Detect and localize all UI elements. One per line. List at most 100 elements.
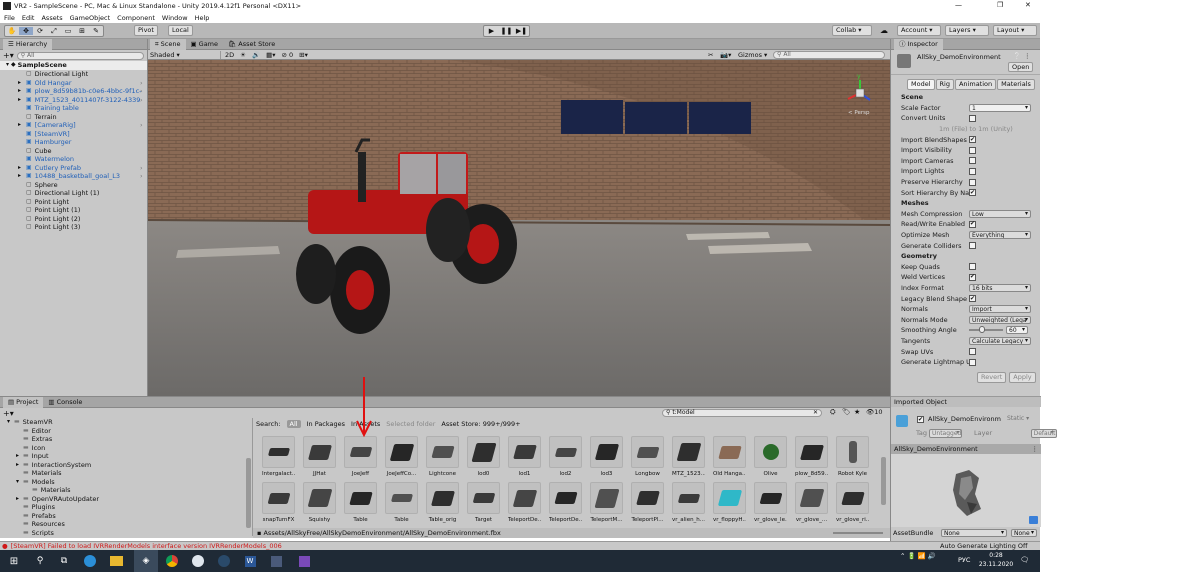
setting-dropdown[interactable]: 16 bits <box>969 283 1031 292</box>
tree-scrollbar[interactable] <box>246 458 251 528</box>
expand-arrow-icon[interactable]: ▸ <box>18 121 21 130</box>
setting-dropdown[interactable]: Unweighted (Lega <box>969 315 1031 324</box>
folder-item[interactable]: ▬ Scripts <box>6 529 252 537</box>
audio-toggle-icon[interactable]: 🔊 <box>252 51 260 59</box>
custom-tool-icon[interactable]: ✎ <box>89 27 103 35</box>
expand-arrow-icon[interactable]: ▾ <box>6 61 9 70</box>
unity-taskbar-icon[interactable]: ◈ <box>134 550 158 572</box>
prefab-open-arrow-icon[interactable]: › <box>140 87 143 96</box>
asset-item[interactable]: Longbow <box>631 436 664 477</box>
tab-game[interactable]: ▣ Game <box>186 39 224 50</box>
menu-gameobject[interactable]: GameObject <box>70 14 111 22</box>
scope-selected-folder[interactable]: Selected folder <box>386 420 435 428</box>
thumbnail-size-slider[interactable] <box>833 532 883 534</box>
play-icon[interactable]: ▶ <box>484 27 499 35</box>
hierarchy-item[interactable]: ▸ ▣ [CameraRig] › <box>18 121 147 130</box>
asset-item[interactable]: vr_floppyH... <box>713 482 746 523</box>
asset-item[interactable]: lod1 <box>508 436 541 477</box>
clear-search-icon[interactable]: ✕ <box>813 410 818 416</box>
asset-item[interactable]: vr_glove_... <box>795 482 828 523</box>
lighting-toggle-icon[interactable]: ☀ <box>240 51 246 59</box>
settings-icon[interactable]: ⋮ <box>1024 52 1031 60</box>
layers-dropdown[interactable]: Layers ▾ <box>945 25 989 36</box>
folder-item[interactable]: ▬ Resources <box>6 520 252 529</box>
setting-dropdown[interactable]: Calculate Legacy <box>969 336 1031 345</box>
shading-mode-dropdown[interactable]: Shaded ▾ <box>150 51 210 59</box>
expand-arrow-icon[interactable]: ▸ <box>18 96 21 105</box>
asset-item[interactable]: Table <box>344 482 377 523</box>
clock[interactable]: 0:28 23.11.2020 <box>978 551 1014 569</box>
hierarchy-item[interactable]: ▢ Directional Light <box>26 70 147 79</box>
hand-tool-icon[interactable]: ✋ <box>5 27 19 35</box>
tab-rig[interactable]: Rig <box>935 79 954 90</box>
setting-checkbox[interactable] <box>969 358 976 366</box>
search-icon[interactable]: ⚲ <box>28 550 52 572</box>
asset-item[interactable]: Intergalact... <box>262 436 295 477</box>
asset-item[interactable]: MTZ_1523... <box>672 436 705 477</box>
expand-arrow-icon[interactable]: ▾ <box>7 418 10 427</box>
edge-icon[interactable] <box>78 550 102 572</box>
tools-icon[interactable]: ✂ <box>708 51 713 59</box>
asset-item[interactable]: lod3 <box>590 436 623 477</box>
asset-item[interactable]: Olive <box>754 436 787 477</box>
app-icon-2[interactable] <box>264 550 288 572</box>
hierarchy-item[interactable]: ▢ Point Light (3) <box>26 223 147 232</box>
hierarchy-item[interactable]: ▣ Training table <box>26 104 147 113</box>
menu-assets[interactable]: Assets <box>41 14 62 22</box>
expand-arrow-icon[interactable]: ▸ <box>18 164 21 173</box>
setting-checkbox[interactable] <box>969 114 976 122</box>
gizmos-dropdown[interactable]: Gizmos ▾ <box>738 51 767 59</box>
folder-item[interactable]: ▾ ▬ Models <box>6 478 252 487</box>
maximize-button[interactable]: ❐ <box>997 1 1003 9</box>
asset-item[interactable]: Squishy <box>303 482 336 523</box>
asset-item[interactable]: Robot Kyle <box>836 436 869 477</box>
scene-viewport[interactable]: y <box>148 60 890 396</box>
setting-checkbox[interactable]: ✔ <box>969 189 976 197</box>
pivot-toggle[interactable]: Pivot <box>134 25 158 36</box>
windows-start-icon[interactable]: ⊞ <box>2 550 26 572</box>
setting-checkbox[interactable] <box>969 146 976 154</box>
asset-item[interactable]: plow_8d59... <box>795 436 828 477</box>
prefab-open-arrow-icon[interactable]: › <box>140 172 143 181</box>
prefab-open-arrow-icon[interactable]: › <box>140 164 143 173</box>
step-icon[interactable]: ▶❚ <box>514 27 529 35</box>
tab-hierarchy[interactable]: ☰ Hierarchy <box>3 38 53 50</box>
model-preview[interactable] <box>891 454 1041 527</box>
scale-tool-icon[interactable]: ⤢ <box>47 27 61 36</box>
chrome-icon[interactable] <box>160 550 184 572</box>
setting-checkbox[interactable]: ✔ <box>969 136 976 144</box>
asset-item[interactable]: vr_alien_h... <box>672 482 705 523</box>
filter-by-type-icon[interactable]: ⛭ <box>830 408 836 417</box>
2d-toggle[interactable]: 2D <box>220 50 238 59</box>
menu-edit[interactable]: Edit <box>22 14 35 22</box>
hierarchy-item[interactable]: ▢ Point Light (1) <box>26 206 147 215</box>
tab-inspector[interactable]: ⓘ Inspector <box>894 38 943 50</box>
scope-asset-store[interactable]: Asset Store: 999+/999+ <box>441 420 520 428</box>
word-icon[interactable]: W <box>238 550 262 572</box>
asset-item[interactable]: vr_glove_ri... <box>836 482 869 523</box>
hierarchy-item[interactable]: ▢ Terrain <box>26 113 147 122</box>
asset-item[interactable]: snapTurnFX <box>262 482 295 523</box>
slider-track[interactable] <box>969 326 1003 334</box>
task-view-icon[interactable]: ⧉ <box>52 550 76 572</box>
setting-checkbox[interactable]: ✔ <box>969 295 976 303</box>
account-dropdown[interactable]: Account ▾ <box>897 25 941 36</box>
persp-label[interactable]: < Persp <box>848 110 869 116</box>
folder-item[interactable]: ▸ ▬ InteractionSystem <box>6 461 252 470</box>
hierarchy-item[interactable]: ▸ ▣ plow_8d59b81b-c0e6-4bbc-9f1c- › <box>18 87 147 96</box>
setting-dropdown[interactable]: Import <box>969 305 1031 314</box>
asset-item[interactable]: JJHat <box>303 436 336 477</box>
hidden-packages-count[interactable]: 👁10 <box>866 408 883 416</box>
setting-checkbox[interactable] <box>969 242 976 250</box>
asset-item[interactable]: Lightcone <box>426 436 459 477</box>
assetbundle-dropdown[interactable]: None <box>941 529 1007 537</box>
active-checkbox[interactable]: ✔ <box>917 416 924 423</box>
asset-item[interactable]: TeleportPl... <box>631 482 664 523</box>
language-indicator[interactable]: РУС <box>958 556 970 564</box>
hierarchy-item[interactable]: ▣ Hamburger <box>26 138 147 147</box>
hierarchy-item[interactable]: ▸ ▣ MTZ_1523_4011407f-3122-4339 › <box>18 96 147 105</box>
tab-animation[interactable]: Animation <box>954 79 997 90</box>
hierarchy-item[interactable]: ▸ ▣ Cutlery Prefab › <box>18 164 147 173</box>
scene-root[interactable]: ▾ ◆ SampleScene <box>0 61 147 70</box>
hierarchy-item[interactable]: ▢ Point Light <box>26 198 147 207</box>
